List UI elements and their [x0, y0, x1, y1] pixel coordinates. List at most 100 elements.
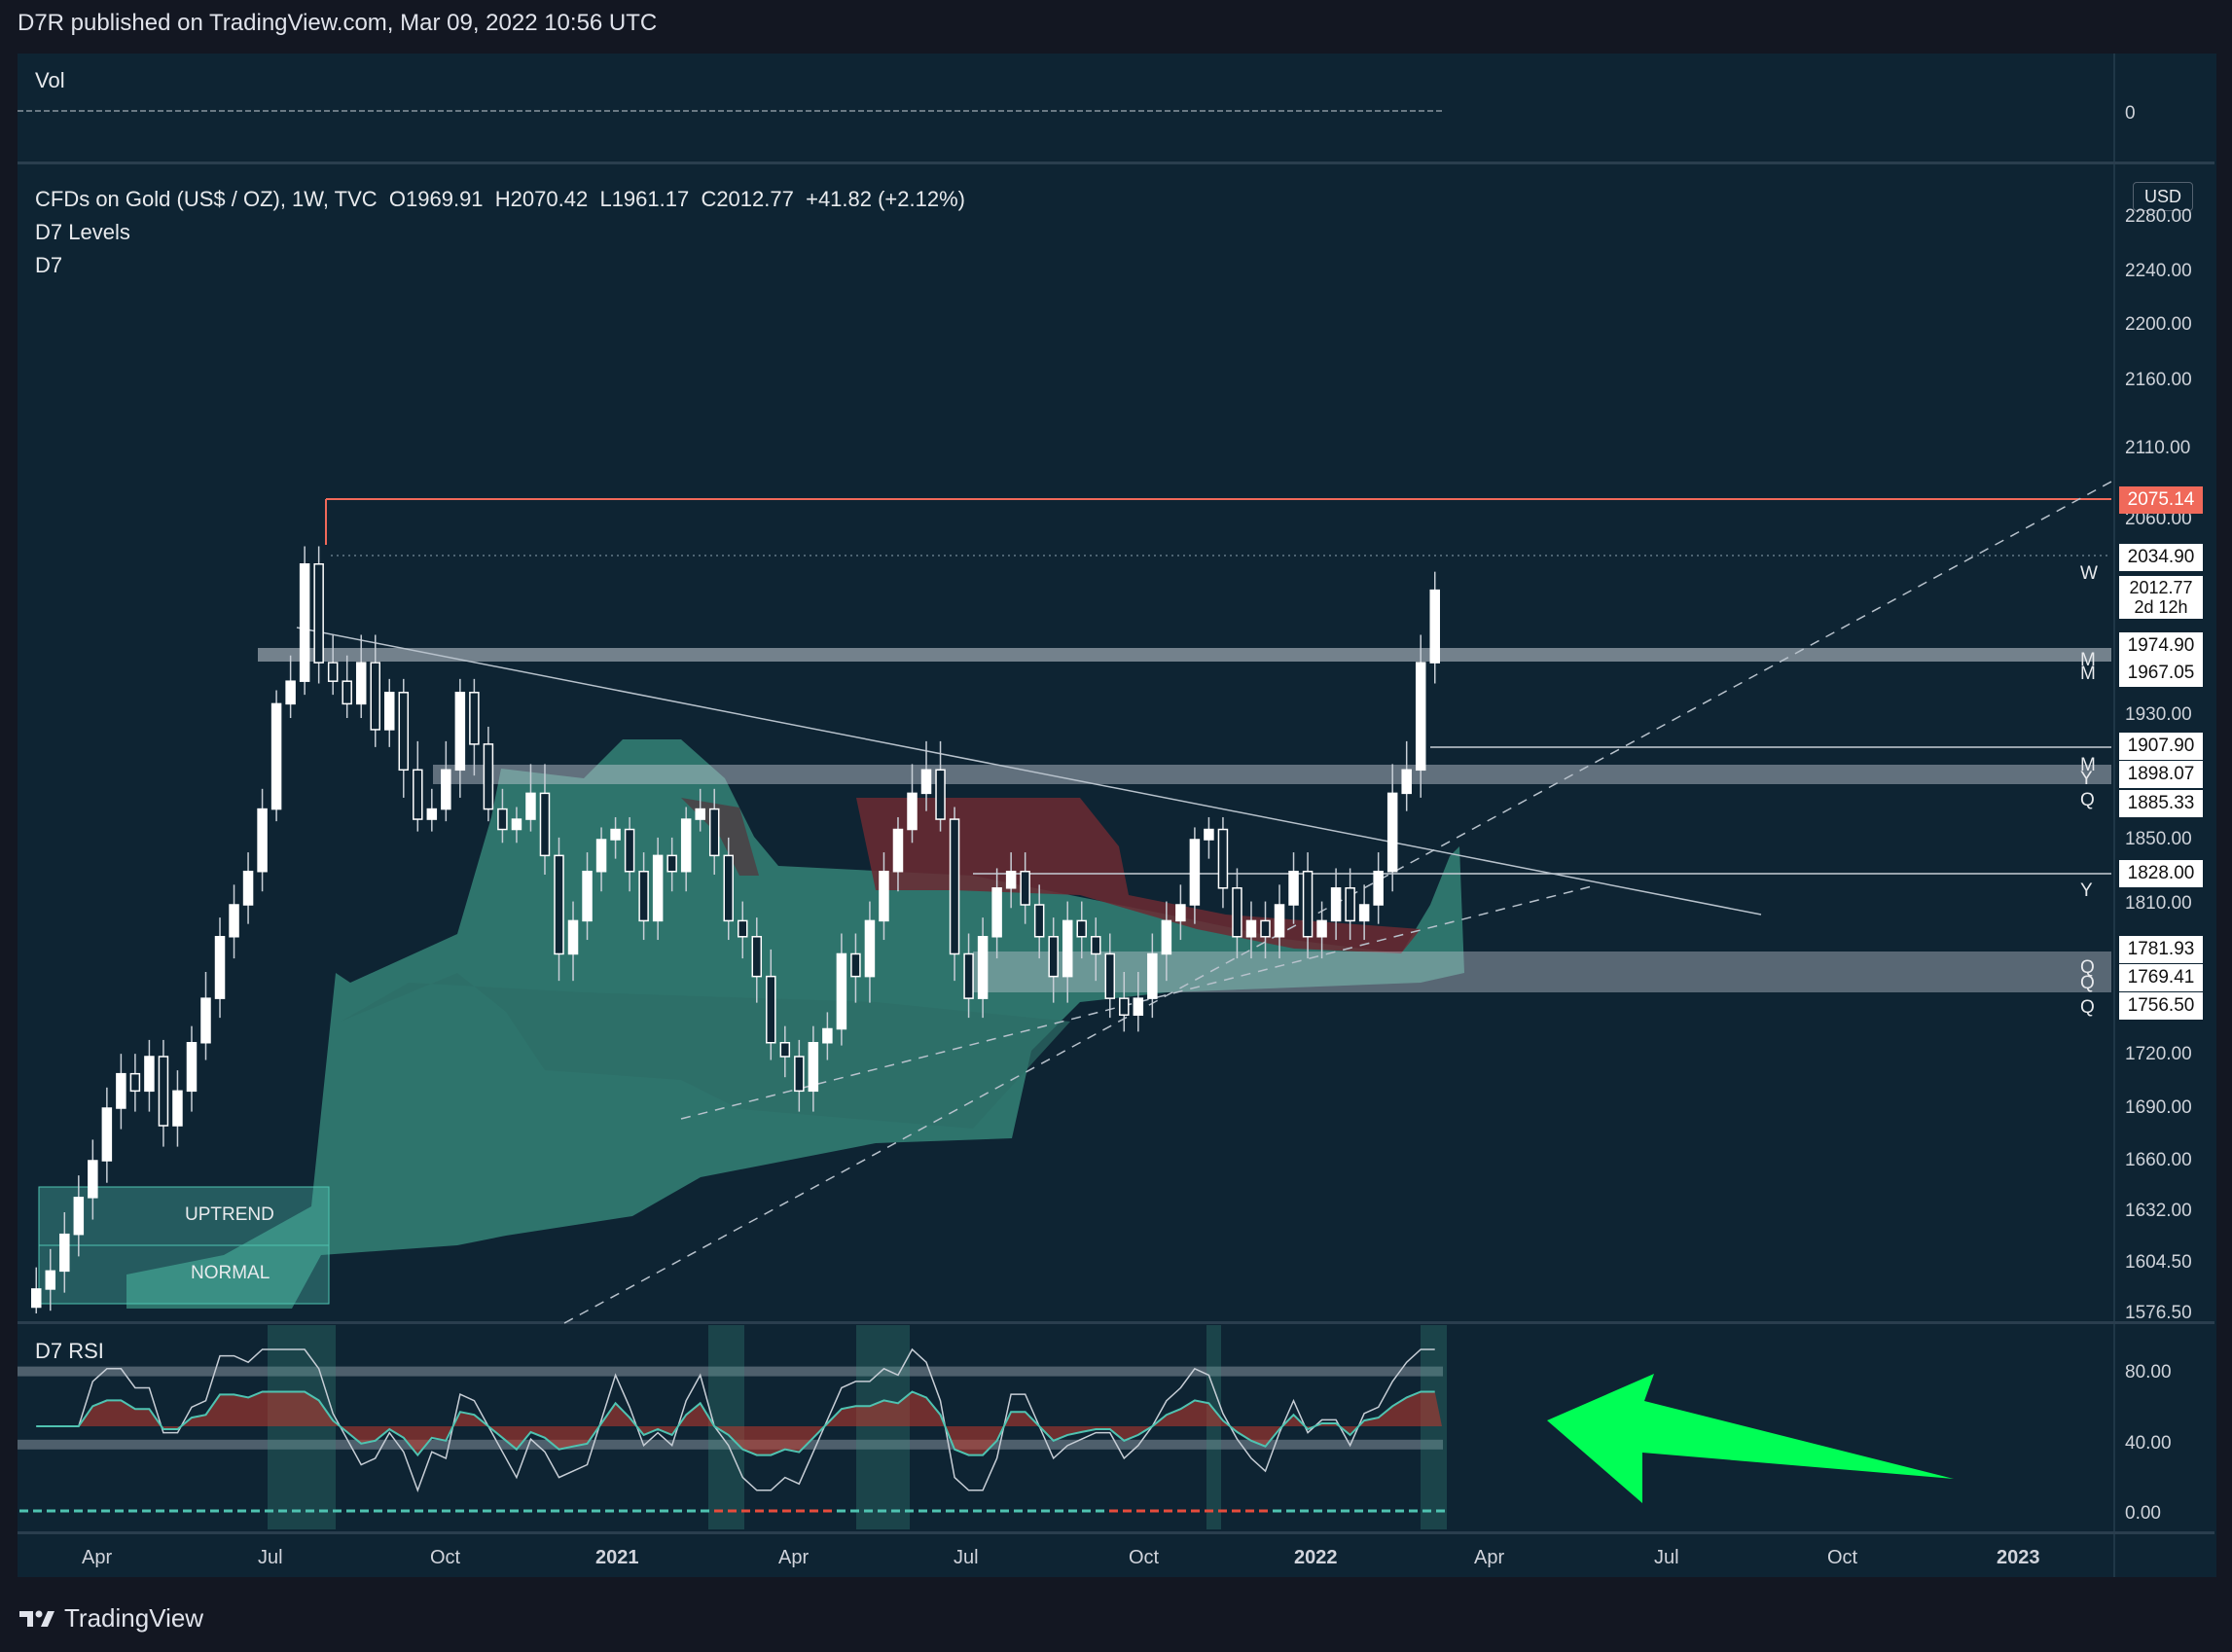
chart-canvas[interactable] — [0, 0, 2232, 1652]
candle-body — [652, 854, 664, 922]
candle-body — [497, 808, 508, 831]
price-tag: 2034.90 — [2119, 544, 2203, 571]
price-tag-value: 2012.77 — [2129, 578, 2193, 597]
level-letter: Q — [2080, 997, 2095, 1018]
price-tag-value: 1828.00 — [2127, 863, 2195, 883]
time-tick: Oct — [1827, 1547, 1858, 1568]
time-tick: Apr — [82, 1547, 113, 1568]
candle-body — [738, 919, 748, 938]
price-tag-value: 1967.05 — [2127, 663, 2195, 683]
candle-body — [1245, 919, 1257, 938]
candle-body — [172, 1090, 183, 1127]
price-tag: 1885.33 — [2119, 790, 2203, 817]
candle-body — [1345, 887, 1355, 922]
price-tag-value: 1898.07 — [2127, 764, 2195, 784]
candle-body — [242, 870, 254, 906]
candle-body — [539, 792, 551, 857]
candle-body — [116, 1072, 126, 1109]
green-arrow — [1547, 1374, 1954, 1503]
candle-body — [977, 936, 989, 999]
candle-body — [1161, 919, 1172, 955]
time-tick: Oct — [1129, 1547, 1160, 1568]
candle-body — [454, 692, 466, 772]
candle-body — [158, 1056, 169, 1127]
level-band-1974 — [258, 648, 2111, 662]
level-letter: Q — [2080, 973, 2095, 993]
candle-body — [1358, 904, 1370, 922]
price-tag-value: 1769.41 — [2127, 967, 2195, 988]
price-tag: 1967.05 — [2119, 660, 2203, 687]
candle-body — [144, 1056, 155, 1093]
price-tag: 1974.90 — [2119, 632, 2203, 660]
uptrend-label: UPTREND — [185, 1204, 274, 1225]
normal-label: NORMAL — [191, 1263, 270, 1283]
rsi-highlight — [268, 1325, 336, 1529]
candle-body — [270, 702, 282, 810]
candle-body — [751, 936, 763, 978]
candle-body — [723, 854, 734, 922]
candle-body — [129, 1072, 141, 1093]
price-tag-value: 2075.14 — [2127, 489, 2195, 510]
candle-body — [666, 854, 677, 873]
candle-body — [413, 769, 423, 820]
price-tick: 1690.00 — [2125, 1097, 2192, 1118]
candle-body — [1330, 887, 1342, 922]
candle-body — [907, 792, 918, 831]
price-tick: 1632.00 — [2125, 1201, 2192, 1221]
candle-body — [935, 769, 946, 820]
time-tick: 2021 — [595, 1547, 639, 1568]
rsi-tick-0: 0.00 — [2125, 1503, 2161, 1524]
level-letter: W — [2080, 563, 2098, 584]
candle-body — [1062, 919, 1073, 978]
price-tick: 2160.00 — [2125, 370, 2192, 390]
candle-body — [610, 828, 621, 841]
tradingview-logo[interactable]: TradingView — [18, 1603, 203, 1634]
candle-body — [186, 1042, 198, 1093]
candle-body — [1175, 904, 1186, 922]
price-tick: 2240.00 — [2125, 261, 2192, 281]
time-tick: 2022 — [1294, 1547, 1338, 1568]
candle-body — [285, 680, 296, 705]
rsi-highlight — [1206, 1325, 1221, 1529]
candle-body — [850, 952, 861, 978]
price-tick: 1850.00 — [2125, 829, 2192, 849]
rsi-tick-40: 40.00 — [2125, 1433, 2172, 1454]
candle-body — [1204, 828, 1214, 841]
candle-body — [398, 692, 410, 772]
level-letter: Y — [2080, 880, 2093, 901]
price-tag: 2075.14 — [2119, 486, 2203, 514]
candle-body — [1033, 904, 1045, 938]
price-tick: 2110.00 — [2125, 438, 2191, 458]
candle-body — [836, 952, 847, 1030]
brand-name: TradingView — [64, 1603, 204, 1633]
price-tag: 1898.07 — [2119, 761, 2203, 788]
price-tick: 1604.50 — [2125, 1252, 2192, 1273]
time-tick: Apr — [1474, 1547, 1505, 1568]
price-tick: 1576.50 — [2125, 1303, 2192, 1323]
candle-body — [1373, 870, 1384, 906]
candle-body — [708, 808, 720, 857]
candle-body — [1217, 828, 1229, 889]
candle-body — [808, 1042, 819, 1093]
candle-body — [1415, 662, 1426, 772]
candle-body — [1104, 952, 1116, 999]
candle-body — [766, 975, 776, 1044]
time-tick: Jul — [1654, 1547, 1679, 1568]
candle-body — [31, 1288, 42, 1309]
candle-body — [779, 1042, 791, 1058]
price-tick: 1810.00 — [2125, 893, 2192, 914]
level-letter: Q — [2080, 790, 2095, 810]
candle-body — [299, 562, 310, 682]
candle-body — [1020, 870, 1030, 906]
price-tag-value: 1756.50 — [2127, 995, 2195, 1016]
price-tag-value: 1907.90 — [2127, 736, 2195, 756]
price-tag-value: 1885.33 — [2127, 793, 2195, 813]
level-letter: M — [2080, 664, 2096, 684]
price-tick: 1930.00 — [2125, 704, 2192, 725]
candle-body — [1316, 919, 1327, 938]
candle-body — [200, 997, 211, 1044]
price-tag-value: 1781.93 — [2127, 939, 2195, 959]
candle-body — [483, 743, 494, 810]
price-tag: 1756.50 — [2119, 992, 2203, 1020]
candle-body — [879, 870, 889, 922]
